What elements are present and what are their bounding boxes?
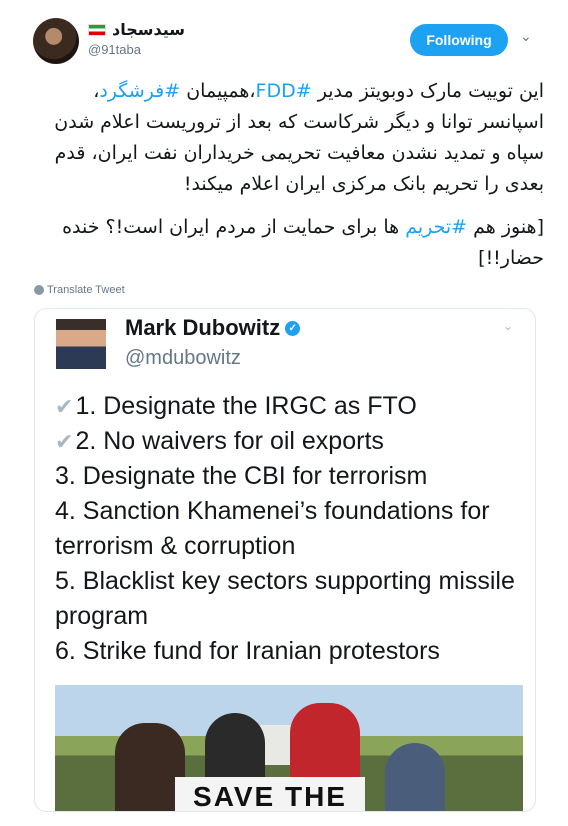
quoted-list-item-text: 6. Strike fund for Iranian protestors xyxy=(55,637,440,665)
quoted-author-name-row[interactable]: Mark Dubowitz ✓ xyxy=(125,315,301,341)
quoted-author-avatar[interactable] xyxy=(56,319,106,369)
quoted-list-item: 3. Designate the CBI for terrorism xyxy=(55,459,535,494)
iran-flag-icon xyxy=(88,23,106,36)
author-display-name[interactable]: سیدسجاد xyxy=(112,20,185,39)
chevron-down-icon[interactable]: ⌄ xyxy=(503,319,513,333)
quoted-list-item-text: 4. Sanction Khamenei’s foundations for t… xyxy=(55,497,490,560)
quoted-tweet-photo[interactable]: SAVE THE xyxy=(55,685,523,811)
quoted-list-item-text: 5. Blacklist key sectors supporting miss… xyxy=(55,567,515,630)
checkmark-icon: ✔ xyxy=(55,394,74,419)
quoted-list-item: 5. Blacklist key sectors supporting miss… xyxy=(55,564,535,634)
quoted-list-item: ✔1. Designate the IRGC as FTO xyxy=(55,389,535,424)
translate-label: Translate Tweet xyxy=(47,284,125,296)
quoted-list-item: ✔2. No waivers for oil exports xyxy=(55,424,535,459)
protest-banner: SAVE THE xyxy=(175,777,365,811)
quoted-tweet-card[interactable]: Mark Dubowitz ✓ @mdubowitz ⌄ ✔1. Designa… xyxy=(34,308,536,812)
author-handle[interactable]: @91taba xyxy=(88,42,141,57)
quoted-list-item-text: 2. No waivers for oil exports xyxy=(75,427,384,455)
tweet-paragraph-2: [هنوز هم #تحریم ها برای حمایت از مردم ای… xyxy=(62,216,544,269)
author-name-row[interactable]: سیدسجاد xyxy=(88,20,185,39)
verified-badge-icon: ✓ xyxy=(285,320,301,336)
globe-icon xyxy=(34,285,44,295)
quoted-list-item: 6. Strike fund for Iranian protestors xyxy=(55,634,535,669)
hashtag-farashgard[interactable]: #فرشگرد xyxy=(99,80,180,102)
translate-tweet-link[interactable]: Translate Tweet xyxy=(34,284,125,296)
hashtag-fdd[interactable]: #FDD xyxy=(256,80,312,102)
quoted-list-item: 4. Sanction Khamenei’s foundations for t… xyxy=(55,494,535,564)
person-figure xyxy=(385,743,445,811)
quoted-tweet-list: ✔1. Designate the IRGC as FTO ✔2. No waiv… xyxy=(55,389,535,669)
hashtag-tahrim[interactable]: #تحریم xyxy=(405,216,467,238)
quoted-author-name[interactable]: Mark Dubowitz xyxy=(125,315,280,341)
quoted-list-item-text: 3. Designate the CBI for terrorism xyxy=(55,462,428,490)
author-avatar[interactable] xyxy=(33,18,79,64)
chevron-down-icon[interactable]: ⌄ xyxy=(520,30,534,44)
tweet-text: این توییت مارک دوبویتز مدیر #FDD،همپیمان… xyxy=(24,76,544,286)
following-button[interactable]: Following xyxy=(410,24,508,56)
quoted-author-handle[interactable]: @mdubowitz xyxy=(125,347,241,370)
checkmark-icon: ✔ xyxy=(55,429,74,454)
tweet-header: سیدسجاد @91taba Following ⌄ xyxy=(0,0,568,72)
tweet-paragraph-1: این توییت مارک دوبویتز مدیر #FDD،همپیمان… xyxy=(54,80,544,195)
quoted-list-item-text: 1. Designate the IRGC as FTO xyxy=(75,392,417,420)
